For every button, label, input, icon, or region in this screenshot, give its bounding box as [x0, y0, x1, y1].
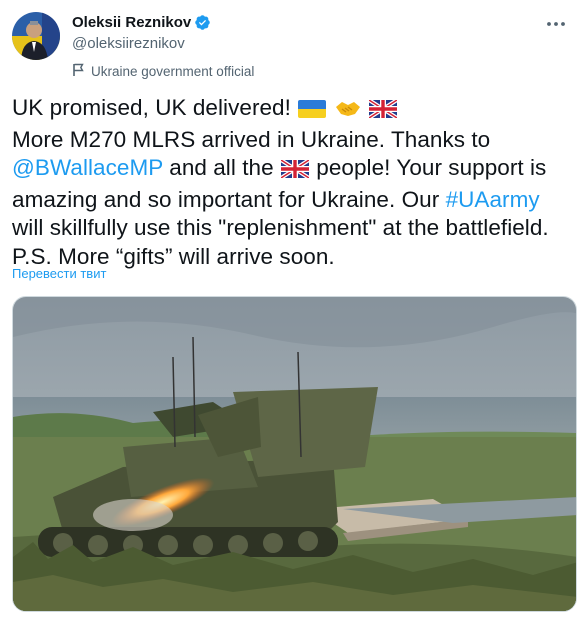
tweet-line-5: will skillfully use this "replenishment"… [12, 215, 549, 240]
tweet-header: Oleksii Reznikov @oleksiireznikov Ukrain… [72, 12, 254, 80]
hashtag-link[interactable]: #UAarmy [446, 187, 540, 212]
tweet-text: UK promised, UK delivered! More M270 MLR… [12, 94, 577, 271]
mention-link[interactable]: @BWallaceMP [12, 155, 163, 180]
verified-badge-icon [194, 14, 211, 31]
more-horizontal-icon[interactable] [542, 10, 570, 38]
name-row: Oleksii Reznikov [72, 12, 254, 32]
author-handle[interactable]: @oleksiireznikov [72, 35, 254, 55]
tweet-photo[interactable] [12, 296, 577, 612]
handshake-emoji [335, 97, 361, 126]
ukraine-flag-emoji [298, 97, 327, 126]
tweet-line-1: UK promised, UK delivered! [12, 94, 577, 126]
government-label-text: Ukraine government official [91, 64, 255, 79]
author-avatar[interactable] [12, 12, 60, 60]
tweet-line-3: @BWallaceMP and all the people! Your sup… [12, 154, 577, 186]
tweet-line-1-text: UK promised, UK delivered! [12, 95, 291, 120]
tweet-line-3-a: and all the [169, 155, 274, 180]
flag-icon [72, 63, 91, 80]
tweet-line-3-b: people! Your support is [316, 155, 547, 180]
tweet-line-4-a: amazing and so important for Ukraine. Ou… [12, 186, 440, 212]
translate-tweet-link[interactable]: Перевести твит [12, 266, 106, 281]
author-name[interactable]: Oleksii Reznikov [72, 14, 191, 31]
tweet-line-2: More M270 MLRS arrived in Ukraine. Thank… [12, 126, 491, 152]
government-label[interactable]: Ukraine government official [72, 63, 254, 80]
uk-flag-emoji [367, 97, 398, 126]
tweet-line-4: amazing and so important for Ukraine. Ou… [12, 186, 577, 215]
uk-flag-emoji [279, 157, 311, 186]
